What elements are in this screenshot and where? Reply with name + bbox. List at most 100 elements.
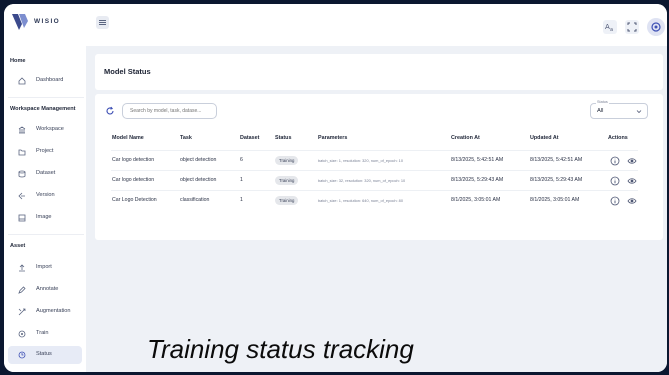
sidebar-item-label: Annotate	[36, 286, 59, 292]
column-header-model-name[interactable]: Model Name	[112, 135, 144, 141]
sidebar-item-train[interactable]: Train	[8, 325, 82, 343]
column-header-actions: Actions	[608, 135, 628, 141]
cell-updated-at: 8/13/2025, 5:29:43 AM	[530, 177, 583, 183]
settings-button[interactable]	[647, 18, 665, 36]
translate-icon: A a	[605, 23, 613, 33]
view-eye-icon[interactable]	[627, 156, 637, 166]
caption-text: Training status tracking	[147, 334, 414, 364]
sidebar-item-dataset[interactable]: Dataset	[8, 165, 82, 183]
sidebar-item-workspace[interactable]: Workspace	[8, 121, 82, 139]
sidebar-item-import[interactable]: Import	[8, 259, 82, 277]
cell-model-name: Car Logo Detection	[112, 197, 157, 203]
sidebar-item-label: Project	[36, 148, 54, 154]
cell-parameters: batch_size: 1, resolution: 640, num_of_e…	[318, 198, 404, 203]
cell-creation-at: 8/13/2025, 5:29:43 AM	[451, 177, 504, 183]
status-badge: Training	[275, 176, 299, 185]
table-header: Model Name Task Dataset Status Parameter…	[95, 135, 663, 149]
column-header-status[interactable]: Status	[275, 135, 291, 141]
status-badge: Training	[275, 196, 299, 205]
pencil-icon	[18, 286, 26, 294]
status-filter-value: All	[597, 108, 604, 114]
sidebar-item-annotate[interactable]: Annotate	[8, 281, 82, 299]
sidebar-item-project[interactable]: Project	[8, 143, 82, 161]
table-row: Car Logo Detection classification 1 Trai…	[111, 190, 638, 210]
cell-dataset: 6	[240, 157, 243, 163]
version-icon	[18, 192, 25, 200]
cell-model-name: Car logo detection	[112, 157, 155, 163]
cell-task: object detection	[180, 177, 217, 183]
sidebar-section-asset: Asset	[10, 243, 26, 249]
info-icon[interactable]	[610, 156, 620, 166]
cell-model-name: Car logo detection	[112, 177, 155, 183]
column-header-dataset[interactable]: Dataset	[240, 135, 259, 141]
sidebar-item-label: Augmentation	[36, 308, 71, 314]
sidebar-item-label: Version	[36, 192, 55, 198]
search-input[interactable]	[122, 103, 217, 119]
cell-parameters: batch_size: 1, resolution: 320, num_of_e…	[318, 158, 404, 163]
database-icon	[18, 170, 26, 178]
table-row: Car logo detection object detection 6 Tr…	[111, 150, 638, 170]
cell-task: classification	[180, 197, 210, 203]
cell-parameters: batch_size: 32, resolution: 320, num_of_…	[318, 178, 406, 183]
status-filter-select[interactable]: Status All	[590, 100, 648, 119]
augment-icon	[18, 308, 26, 316]
sidebar: Home Dashboard Workspace Management Work…	[4, 46, 86, 372]
wisio-logo-icon	[12, 14, 28, 30]
cell-dataset: 1	[240, 197, 243, 203]
status-badge: Training	[275, 156, 299, 165]
sidebar-divider	[8, 97, 84, 98]
info-icon[interactable]	[610, 196, 620, 206]
sidebar-item-version[interactable]: Version	[8, 187, 82, 205]
sidebar-item-augmentation[interactable]: Augmentation	[8, 303, 82, 321]
sidebar-item-image[interactable]: Image	[8, 209, 82, 227]
page-header-card: Model Status	[95, 54, 663, 90]
menu-icon	[99, 20, 106, 21]
sidebar-item-status[interactable]: Status	[8, 346, 82, 364]
column-header-task[interactable]: Task	[180, 135, 192, 141]
cell-creation-at: 8/13/2025, 5:42:51 AM	[451, 157, 504, 163]
main-content: Model Status Status All Model Name Task …	[86, 46, 667, 372]
menu-toggle-button[interactable]	[96, 16, 109, 29]
settings-icon	[651, 22, 661, 32]
cell-updated-at: 8/1/2025, 3:05:01 AM	[530, 197, 580, 203]
top-bar: WISIO A a	[4, 4, 667, 46]
cell-dataset: 1	[240, 177, 243, 183]
status-filter-label: Status	[596, 100, 609, 104]
fullscreen-icon	[627, 22, 637, 32]
svg-text:a: a	[610, 27, 613, 33]
cell-updated-at: 8/13/2025, 5:42:51 AM	[530, 157, 583, 163]
sidebar-item-label: Workspace	[36, 126, 64, 132]
sidebar-item-label: Image	[36, 214, 52, 220]
translate-button[interactable]: A a	[603, 20, 617, 34]
brand-name: WISIO	[34, 18, 61, 25]
sidebar-item-label: Status	[36, 351, 52, 357]
fullscreen-button[interactable]	[625, 20, 639, 34]
column-header-parameters[interactable]: Parameters	[318, 135, 347, 141]
view-eye-icon[interactable]	[627, 176, 637, 186]
status-icon	[18, 351, 26, 359]
train-icon	[18, 330, 26, 338]
sidebar-item-label: Train	[36, 330, 49, 336]
info-icon[interactable]	[610, 176, 620, 186]
sidebar-item-label: Import	[36, 264, 52, 270]
refresh-icon[interactable]	[105, 106, 115, 116]
chevron-down-icon	[636, 110, 642, 114]
table-row: Car logo detection object detection 1 Tr…	[111, 170, 638, 190]
upload-icon	[19, 264, 25, 272]
image-icon	[18, 214, 26, 222]
sidebar-section-workspace: Workspace Management	[10, 106, 76, 112]
app-window: WISIO A a Home Dashboard Workspace Manag…	[4, 4, 667, 372]
cell-task: object detection	[180, 157, 217, 163]
sidebar-item-label: Dashboard	[36, 77, 64, 83]
sidebar-divider	[8, 234, 84, 235]
column-header-updated-at[interactable]: Updated At	[530, 135, 559, 141]
folder-icon	[18, 149, 26, 156]
view-eye-icon[interactable]	[627, 196, 637, 206]
cell-creation-at: 8/1/2025, 3:05:01 AM	[451, 197, 501, 203]
sidebar-item-dashboard[interactable]: Dashboard	[8, 72, 82, 90]
sidebar-item-label: Dataset	[36, 170, 56, 176]
column-header-creation-at[interactable]: Creation At	[451, 135, 480, 141]
building-icon	[18, 126, 26, 134]
home-icon	[18, 77, 26, 85]
sidebar-section-home: Home	[10, 58, 26, 64]
